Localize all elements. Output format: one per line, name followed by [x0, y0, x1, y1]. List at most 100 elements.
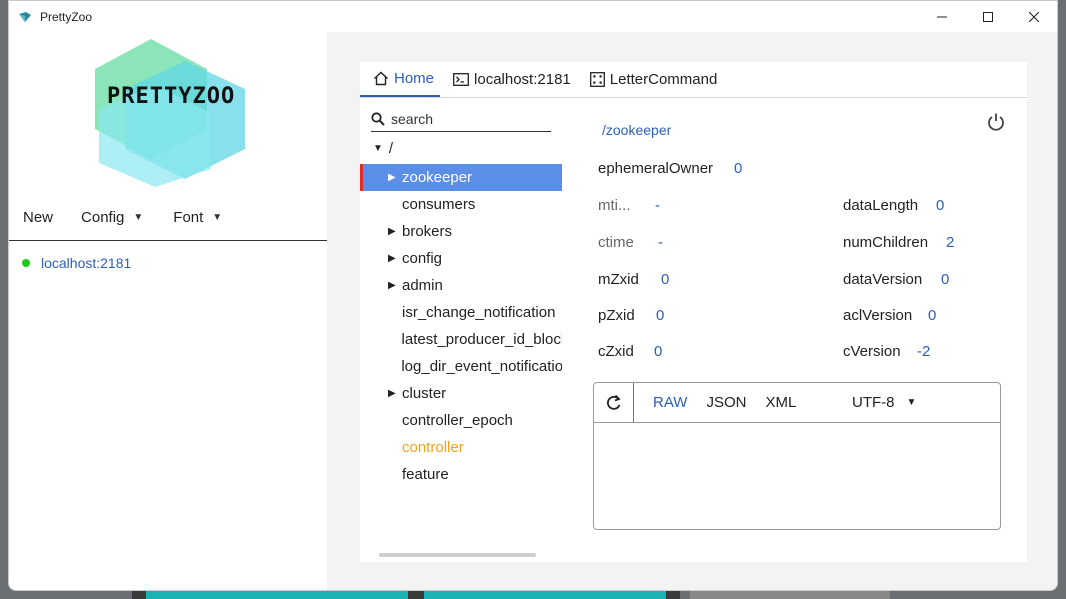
refresh-icon	[606, 394, 621, 410]
config-menu[interactable]: Config ▼	[81, 209, 143, 226]
terminal-icon	[453, 72, 469, 86]
stat-label: cZxid	[598, 343, 634, 360]
divider	[9, 240, 327, 241]
tree-node[interactable]: feature	[360, 461, 562, 488]
stat-value: 2	[946, 234, 955, 251]
tree-node-label: consumers	[402, 196, 476, 213]
stat-value: 0	[654, 343, 663, 360]
tree-node-label: brokers	[402, 223, 453, 240]
tree-node-label: controller	[402, 439, 464, 456]
data-editor: RAW JSON XML UTF-8 ▼	[593, 382, 1001, 530]
node-path: /zookeeper	[602, 122, 672, 138]
new-menu-label: New	[23, 209, 54, 226]
stat-label: mti...	[598, 197, 631, 214]
chevron-down-icon: ▼	[133, 212, 144, 223]
caret-right-icon: ▶	[388, 280, 396, 291]
stat-label: pZxid	[598, 307, 635, 324]
new-menu[interactable]: New	[23, 209, 53, 226]
format-xml-button[interactable]: XML	[765, 394, 796, 411]
tree-node-label: admin	[402, 277, 443, 294]
close-icon	[1029, 11, 1039, 22]
stat-label: numChildren	[843, 234, 929, 251]
power-icon	[988, 113, 1004, 131]
stat-value: 0	[936, 197, 945, 214]
charset-select[interactable]: UTF-8 ▼	[852, 394, 916, 411]
stat-label: dataLength	[843, 197, 919, 214]
tree-node[interactable]: log_dir_event_notification	[360, 353, 562, 380]
tab-lettercommand[interactable]: LetterCommand	[577, 61, 724, 97]
tree-search	[371, 107, 551, 132]
tree-node[interactable]: controller	[360, 434, 562, 461]
tree-node-label: zookeeper	[402, 169, 473, 186]
content-card: Home localhost:2181 LetterCommand search…	[360, 62, 1027, 562]
stat-value: -	[658, 234, 663, 251]
data-textarea[interactable]	[594, 423, 1000, 529]
server-sidebar: PRETTYZOO New Config ▼ Font ▼ localhost:21…	[9, 32, 327, 590]
stat-label: aclVersion	[843, 307, 913, 324]
refresh-button[interactable]	[594, 382, 634, 423]
tree-node-label: config	[402, 250, 443, 267]
maximize-button[interactable]	[965, 1, 1011, 32]
logo-text: PRETTYZOO	[107, 84, 236, 109]
server-list-item[interactable]: localhost:2181	[22, 255, 131, 271]
tree-node-label: cluster	[402, 385, 447, 402]
tree-node[interactable]: ▶ config	[360, 245, 562, 272]
tree-node-label: isr_change_notification	[402, 304, 556, 321]
tree-node[interactable]: ▶ brokers	[360, 218, 562, 245]
tree-node[interactable]: ▶ admin	[360, 272, 562, 299]
stat-label: mZxid	[598, 271, 639, 288]
search-icon	[371, 112, 385, 126]
font-menu[interactable]: Font ▼	[173, 209, 222, 226]
stat-value: -2	[917, 343, 931, 360]
tree-node[interactable]: latest_producer_id_block	[360, 326, 562, 353]
caret-right-icon: ▶	[388, 172, 396, 183]
tab-localhost[interactable]: localhost:2181	[440, 61, 577, 97]
stat-label: dataVersion	[843, 271, 923, 288]
tree-node[interactable]: ▶ cluster	[360, 380, 562, 407]
stat-value: 0	[661, 271, 670, 288]
search-input[interactable]	[391, 111, 541, 127]
minimize-icon	[937, 16, 947, 17]
caret-right-icon: ▶	[388, 226, 396, 237]
maximize-icon	[983, 11, 993, 22]
server-label: localhost:2181	[41, 255, 132, 271]
home-icon	[373, 71, 389, 86]
tree-node-label: log_dir_event_notification	[401, 358, 562, 375]
font-menu-label: Font	[173, 209, 204, 226]
app-window: PrettyZoo PRETTYZOO New Config ▼ Font ▼	[8, 0, 1058, 591]
title-bar: PrettyZoo	[9, 1, 1057, 32]
editor-toolbar: RAW JSON XML UTF-8 ▼	[594, 382, 1000, 423]
tree-node[interactable]: controller_epoch	[360, 407, 562, 434]
window-title: PrettyZoo	[40, 9, 93, 24]
tree-node[interactable]: ▶ zookeeper	[360, 164, 562, 191]
format-json-button[interactable]: JSON	[706, 394, 746, 411]
disconnect-button[interactable]	[986, 112, 1006, 137]
format-raw-button[interactable]: RAW	[653, 394, 687, 411]
stat-value: -	[655, 197, 660, 214]
charset-value: UTF-8	[852, 394, 895, 411]
tab-localhost-label: localhost:2181	[474, 70, 571, 88]
tree-node-label: latest_producer_id_block	[401, 331, 562, 348]
caret-down-icon: ▼	[373, 143, 383, 154]
tree-node[interactable]: consumers	[360, 191, 562, 218]
tab-lettercommand-label: LetterCommand	[609, 70, 718, 88]
prettyzoo-app-icon	[18, 10, 34, 24]
stat-value: 0	[928, 307, 937, 324]
horizontal-scrollbar[interactable]	[379, 553, 536, 557]
stat-value: 0	[734, 160, 743, 177]
stat-value: 0	[941, 271, 950, 288]
tree-root[interactable]: ▼ /	[373, 140, 393, 157]
stat-value: 0	[656, 307, 665, 324]
tab-bar: Home localhost:2181 LetterCommand	[360, 62, 1027, 98]
tab-home[interactable]: Home	[360, 61, 441, 97]
chevron-down-icon: ▼	[906, 397, 917, 408]
menu-bar: New Config ▼ Font ▼	[23, 209, 250, 226]
stat-label: ephemeralOwner	[598, 160, 714, 177]
tree-root-label: /	[388, 140, 394, 157]
close-button[interactable]	[1011, 1, 1057, 32]
tree-node-label: controller_epoch	[402, 412, 513, 429]
tree-node[interactable]: isr_change_notification	[360, 299, 562, 326]
config-menu-label: Config	[81, 209, 125, 226]
minimize-button[interactable]	[919, 1, 965, 32]
main-area: Home localhost:2181 LetterCommand search…	[327, 32, 1057, 590]
